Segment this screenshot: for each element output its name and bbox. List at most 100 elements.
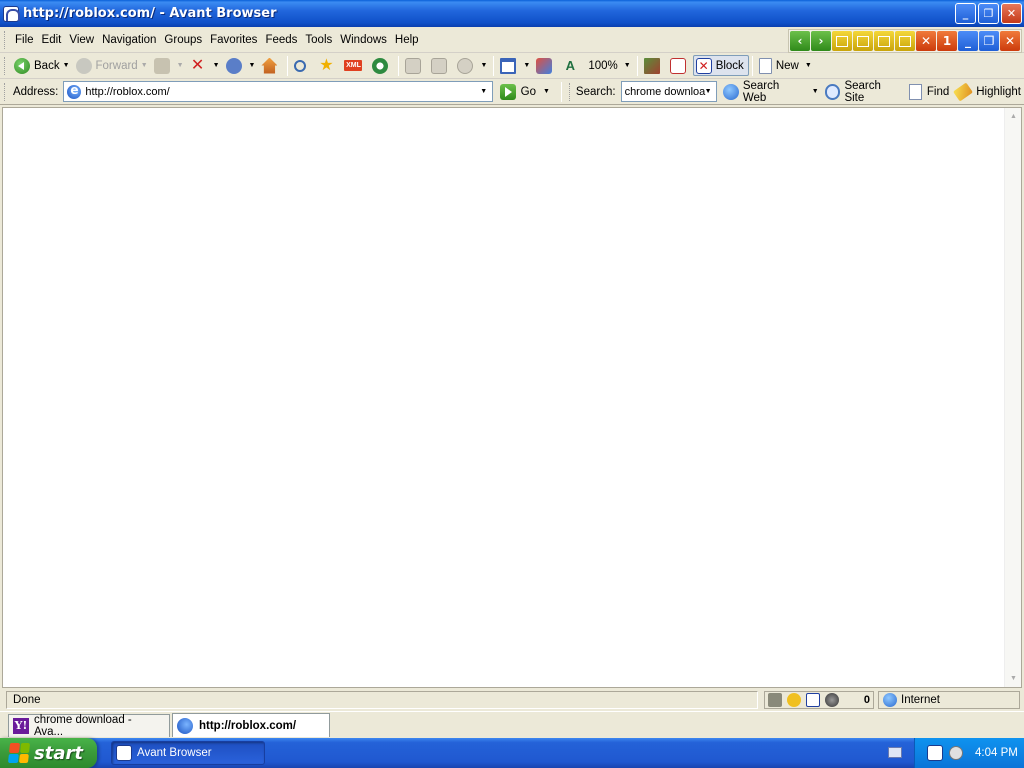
window-title: http://roblox.com/ - Avant Browser <box>23 6 277 21</box>
clock[interactable]: 4:04 PM <box>975 747 1018 759</box>
cascade-icon[interactable] <box>832 31 852 51</box>
tab-restore-icon[interactable]: ❐ <box>979 31 999 51</box>
address-value[interactable]: http://roblox.com/ <box>85 86 169 98</box>
tile-horizontal-icon[interactable] <box>853 31 873 51</box>
toolbar-grip[interactable] <box>4 30 7 49</box>
highlight-button[interactable]: Highlight <box>952 81 1024 103</box>
page-content[interactable]: ▲ ▼ <box>2 107 1022 688</box>
search-site-icon <box>824 83 841 100</box>
star-icon: ★ <box>319 56 334 74</box>
home-button[interactable] <box>258 55 284 77</box>
search-button[interactable] <box>291 55 315 77</box>
menu-groups[interactable]: Groups <box>160 30 206 50</box>
chevron-down-icon[interactable]: ▼ <box>476 82 492 101</box>
close-button[interactable]: ✕ <box>1001 3 1022 24</box>
taskbar-item-avant-browser[interactable]: Avant Browser <box>111 741 265 765</box>
chevron-down-icon[interactable]: ▼ <box>63 62 70 69</box>
images-toggle[interactable] <box>641 55 667 77</box>
menu-tools[interactable]: Tools <box>301 30 336 50</box>
send-button[interactable]: ▼ <box>454 55 490 77</box>
zoom-button[interactable]: 100% ▼ <box>585 55 633 77</box>
flash-toggle[interactable] <box>667 55 693 77</box>
tab-chrome-download[interactable]: Y! chrome download - Ava... <box>8 714 170 738</box>
tab-roblox[interactable]: http://roblox.com/ <box>172 713 330 737</box>
menu-file[interactable]: File <box>11 30 38 50</box>
menu-favorites[interactable]: Favorites <box>206 30 261 50</box>
search-input[interactable]: chrome downloa ▼ <box>620 81 718 102</box>
chevron-down-icon[interactable]: ▼ <box>141 62 148 69</box>
menu-navigation[interactable]: Navigation <box>98 30 160 50</box>
avant-browser-icon[interactable] <box>3 5 20 22</box>
status-text: Done <box>6 691 758 709</box>
network-tray-icon[interactable] <box>949 746 963 760</box>
tab-minimize-icon[interactable]: _ <box>958 31 978 51</box>
popup-blocker-icon[interactable] <box>806 693 820 707</box>
ie-page-icon <box>177 717 193 734</box>
tab-count-badge[interactable]: 1 <box>937 31 957 51</box>
address-label: Address: <box>12 85 59 98</box>
chevron-down-icon[interactable]: ▼ <box>624 62 631 69</box>
mail-button[interactable] <box>402 55 428 77</box>
toolbar-grip[interactable] <box>4 56 7 75</box>
vertical-scrollbar[interactable]: ▲ ▼ <box>1004 108 1021 687</box>
zoom-level: 100% <box>588 59 618 72</box>
menu-edit[interactable]: Edit <box>38 30 66 50</box>
avant-tray-icon[interactable] <box>927 745 943 761</box>
go-arrow-icon <box>499 83 516 100</box>
menu-help[interactable]: Help <box>391 30 423 50</box>
go-button[interactable]: Go ▼ <box>493 81 553 103</box>
stop-button[interactable]: ✕ ▼ <box>187 55 223 77</box>
chevron-down-icon[interactable]: ▼ <box>543 88 550 95</box>
prev-tab-icon[interactable]: ‹ <box>790 31 810 51</box>
history-button[interactable] <box>369 55 395 77</box>
chevron-down-icon[interactable]: ▼ <box>213 62 220 69</box>
toolbar-grip[interactable] <box>568 82 572 101</box>
scroll-down-icon[interactable]: ▼ <box>1006 671 1021 686</box>
proxy-icon[interactable] <box>768 693 782 707</box>
maximize-button[interactable]: ❐ <box>978 3 999 24</box>
new-button[interactable]: New ▼ <box>756 55 815 77</box>
highlight-label: Highlight <box>976 85 1021 98</box>
feeds-button[interactable]: XML <box>341 55 369 77</box>
back-button[interactable]: Back ▼ <box>11 55 73 77</box>
speaker-icon[interactable] <box>825 693 839 707</box>
chevron-down-icon[interactable]: ▼ <box>805 62 812 69</box>
search-web-button[interactable]: Search Web ▼ <box>720 80 822 104</box>
window-mode-button[interactable]: ▼ <box>497 55 533 77</box>
new-page-icon <box>758 57 772 74</box>
favorites-button[interactable]: ★ <box>315 55 341 77</box>
encoding-button[interactable] <box>533 55 559 77</box>
menu-view[interactable]: View <box>65 30 98 50</box>
chevron-down-icon[interactable]: ▼ <box>177 62 184 69</box>
maximize-tabs-icon[interactable] <box>895 31 915 51</box>
chevron-down-icon[interactable]: ▼ <box>523 62 530 69</box>
keyboard-icon[interactable] <box>888 747 902 758</box>
search-value[interactable]: chrome downloa <box>625 86 706 98</box>
menu-windows[interactable]: Windows <box>336 30 391 50</box>
tile-vertical-icon[interactable] <box>874 31 894 51</box>
search-site-button[interactable]: Search Site <box>822 80 906 104</box>
toolbar-grip[interactable] <box>4 82 7 101</box>
address-input[interactable]: http://roblox.com/ ▼ <box>63 81 493 102</box>
chevron-down-icon[interactable]: ▼ <box>812 88 819 95</box>
up-level-button[interactable]: ▼ <box>151 55 187 77</box>
close-all-tabs-icon[interactable]: ✕ <box>916 31 936 51</box>
block-popups-button[interactable]: ✕ Block <box>692 55 749 76</box>
font-size-button[interactable]: A <box>559 55 585 77</box>
refresh-button[interactable]: ▼ <box>223 55 259 77</box>
chevron-down-icon[interactable]: ▼ <box>700 82 716 101</box>
scroll-up-icon[interactable]: ▲ <box>1006 109 1021 124</box>
print-button[interactable] <box>428 55 454 77</box>
forward-button[interactable]: Forward ▼ <box>73 55 151 77</box>
chevron-down-icon[interactable]: ▼ <box>249 62 256 69</box>
minimize-button[interactable]: _ <box>955 3 976 24</box>
chevron-down-icon[interactable]: ▼ <box>480 62 487 69</box>
security-key-icon[interactable] <box>787 693 801 707</box>
find-button[interactable]: Find <box>906 81 952 103</box>
next-tab-icon[interactable]: › <box>811 31 831 51</box>
start-button[interactable]: start <box>0 738 97 768</box>
blocked-popup-count: 0 <box>863 694 870 706</box>
menu-feeds[interactable]: Feeds <box>261 30 301 50</box>
tab-close-icon[interactable]: ✕ <box>1000 31 1020 51</box>
image-icon <box>643 57 660 74</box>
